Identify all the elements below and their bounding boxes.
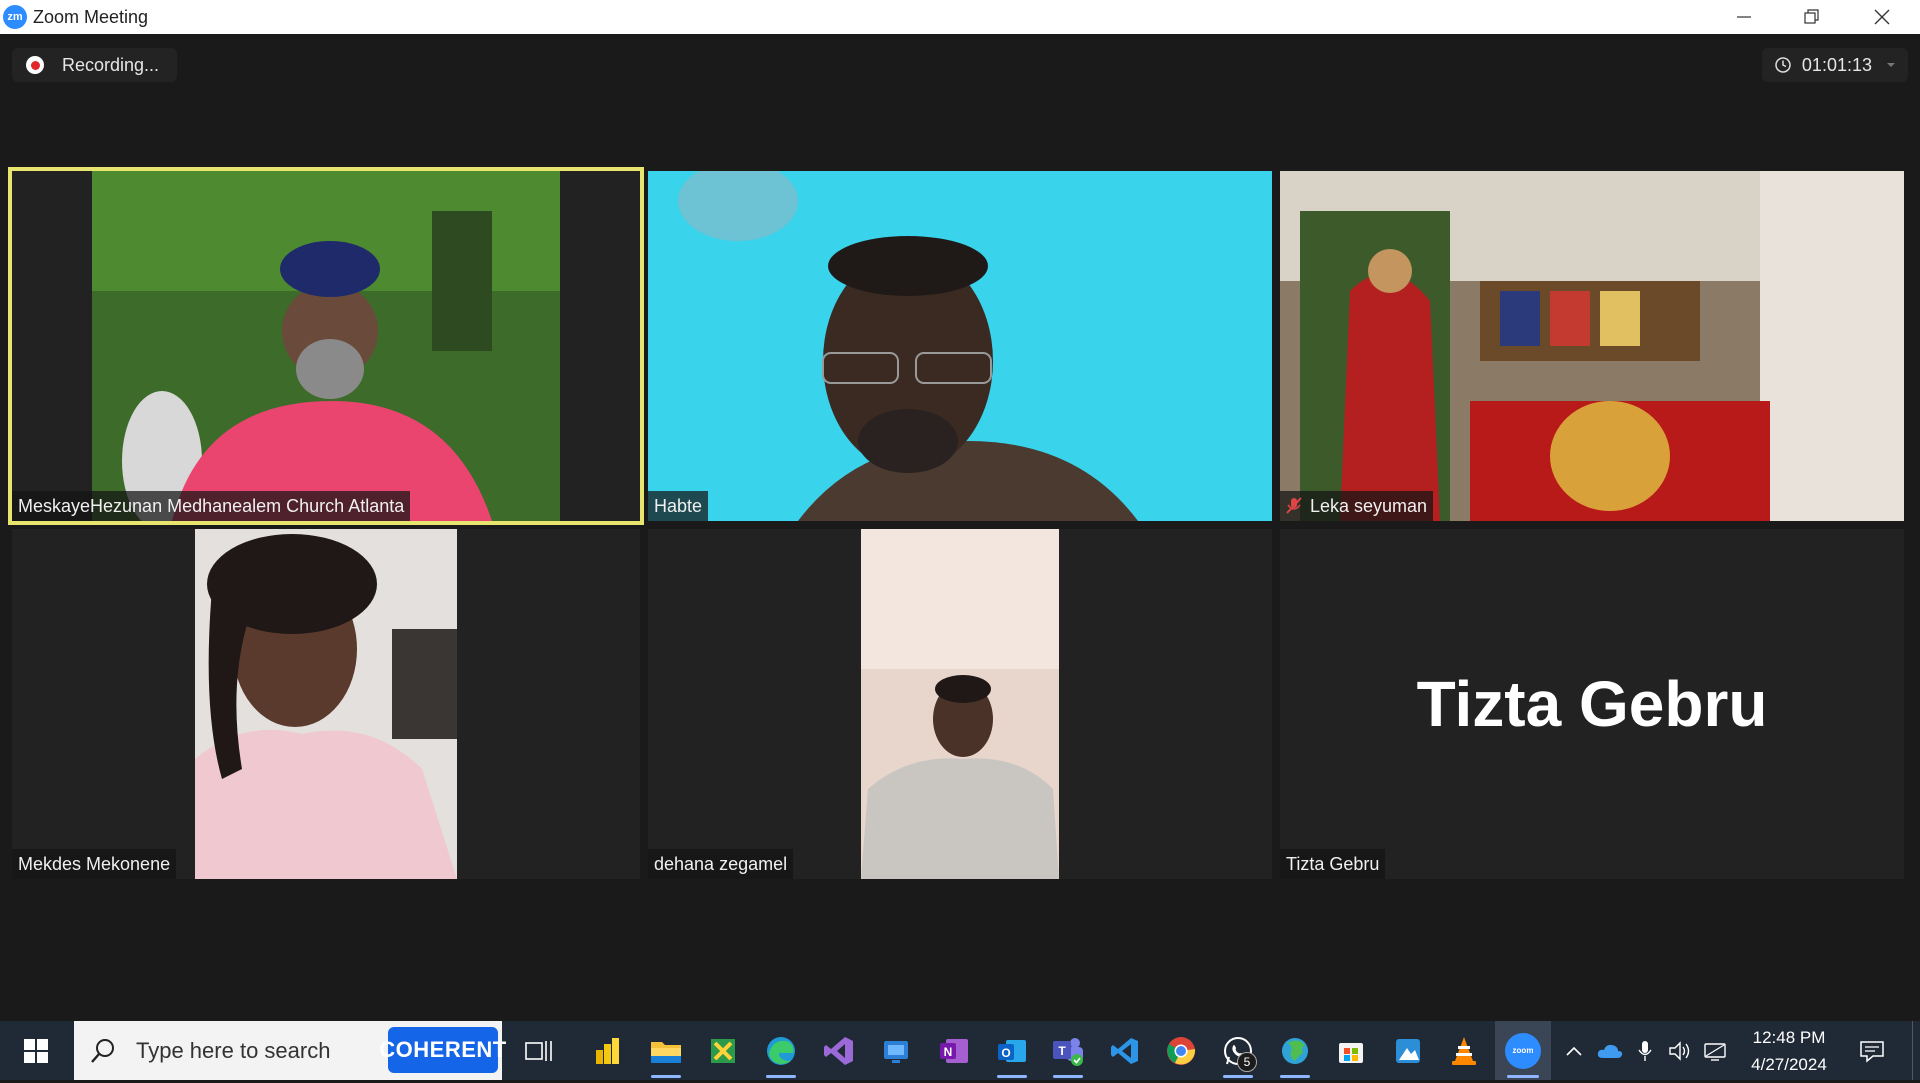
taskbar-app-visual-studio[interactable] [812,1021,866,1080]
clock-time: 12:48 PM [1752,1028,1826,1047]
taskbar-app-vlc[interactable] [1437,1021,1491,1080]
participant-video [12,529,640,879]
taskbar-app-chrome[interactable] [1154,1021,1208,1080]
participant-name: dehana zegamel [648,849,794,879]
minimize-button[interactable] [1710,0,1778,34]
vscode-icon [1111,1037,1138,1064]
close-button[interactable] [1848,0,1916,34]
show-desktop-button[interactable] [1912,1021,1920,1080]
participant-video [648,171,1272,521]
speaker-icon [1669,1040,1690,1061]
search-highlight-badge[interactable]: COHERENT [379,1027,506,1073]
participant-display-name: Tizta Gebru [1416,668,1768,740]
participant-name: Leka seyuman [1280,491,1434,521]
taskbar-app-store[interactable] [1324,1021,1378,1080]
taskbar-app-sheets[interactable] [696,1021,750,1080]
windows-start-icon [24,1038,48,1063]
volume-tray-icon[interactable] [1664,1021,1696,1080]
folder-icon [651,1041,681,1063]
paint-icon [1396,1038,1420,1063]
search-icon [91,1038,114,1063]
outlook-icon: O [998,1039,1026,1062]
participant-name: Habte [648,491,709,521]
participant-video [648,529,1272,879]
network-tray-icon[interactable] [1700,1021,1730,1080]
recording-indicator[interactable]: Recording... [12,48,178,82]
video-tile-2[interactable]: Habte [648,171,1272,521]
taskbar-app-edge[interactable] [754,1021,808,1080]
window-title: Zoom Meeting [33,6,149,27]
cloud-icon [1597,1044,1623,1058]
restore-button[interactable] [1778,0,1846,34]
taskbar-app-teams[interactable]: T [1041,1021,1095,1080]
visual-studio-icon [824,1036,853,1065]
video-tile-3[interactable]: Leka seyuman [1280,171,1904,521]
zoom-icon: zoom [1505,1032,1541,1069]
taskbar-app-paint[interactable] [1381,1021,1435,1080]
clock-icon [1775,57,1791,73]
taskbar-app-remote-desktop[interactable] [869,1021,923,1080]
taskbar-clock[interactable]: 12:48 PM 4/27/2024 [1730,1021,1848,1083]
taskbar-app-zoom[interactable]: zoom [1495,1021,1551,1080]
start-button[interactable] [0,1021,72,1080]
taskbar-search-box[interactable]: Type here to search COHERENT [74,1021,506,1080]
record-icon [26,56,44,74]
video-tile-5[interactable]: dehana zegamel [648,529,1272,879]
participant-video [12,171,640,521]
participant-name: MeskayeHezunan Medhanealem Church Atlant… [12,491,411,521]
chevron-down-icon [1887,63,1895,67]
taskbar-app-whatsapp[interactable]: 5 [1211,1021,1265,1080]
recording-label: Recording... [62,54,160,75]
search-placeholder: Type here to search [136,1037,331,1063]
vlc-icon [1452,1036,1476,1065]
spreadsheet-app-icon [711,1038,735,1063]
title-bar: zm Zoom Meeting [0,0,1920,34]
video-tile-4[interactable]: Mekdes Mekonene [12,529,640,879]
svg-text:O: O [1001,1046,1010,1060]
muted-mic-icon [1286,497,1302,514]
chevron-up-icon [1566,1046,1582,1056]
tray-overflow-button[interactable] [1560,1021,1588,1080]
remote-desktop-icon [884,1040,908,1063]
video-tile-6[interactable]: Tizta Gebru Tizta Gebru [1280,529,1904,879]
meeting-area: Recording... 01:01:13 MeskayeHezunan Med… [0,34,1920,1021]
taskbar-app-onenote[interactable]: N [927,1021,981,1080]
onedrive-tray-icon[interactable] [1594,1021,1626,1080]
notification-center-button[interactable] [1852,1021,1892,1080]
participant-name: Tizta Gebru [1280,849,1386,879]
globe-icon [1282,1037,1308,1064]
svg-text:N: N [944,1045,953,1059]
microphone-tray-icon[interactable] [1632,1021,1658,1080]
microphone-icon [1638,1040,1652,1061]
network-icon [1704,1042,1726,1061]
task-view-icon [525,1040,552,1061]
taskbar-app-outlook[interactable]: O [985,1021,1039,1080]
taskbar-app-file-explorer[interactable] [639,1021,693,1080]
store-icon [1339,1042,1363,1063]
teams-icon: T [1053,1037,1083,1066]
restore-icon [1804,9,1819,24]
taskbar-app-vscode[interactable] [1098,1021,1152,1080]
task-view-button[interactable] [512,1021,566,1080]
taskbar-app-globe[interactable] [1268,1021,1322,1080]
timer-value: 01:01:13 [1801,54,1872,75]
meeting-timer[interactable]: 01:01:13 [1761,48,1908,82]
onenote-icon: N [940,1038,968,1063]
close-icon [1874,9,1890,25]
taskbar-app-power-bi[interactable] [581,1021,635,1080]
participant-video [1280,171,1904,521]
chrome-icon [1167,1036,1196,1065]
clock-date: 4/27/2024 [1751,1055,1827,1074]
video-tile-1[interactable]: MeskayeHezunan Medhanealem Church Atlant… [8,167,644,525]
edge-icon [767,1036,795,1065]
notification-badge: 5 [1237,1052,1257,1072]
taskbar: Type here to search COHERENT N O T 5 zoo… [0,1021,1920,1080]
svg-text:T: T [1058,1044,1066,1058]
power-bi-icon [596,1037,619,1064]
notification-icon [1860,1040,1884,1063]
zoom-logo-icon: zm [3,5,27,29]
participant-name: Mekdes Mekonene [12,849,177,879]
minimize-icon [1737,16,1751,18]
